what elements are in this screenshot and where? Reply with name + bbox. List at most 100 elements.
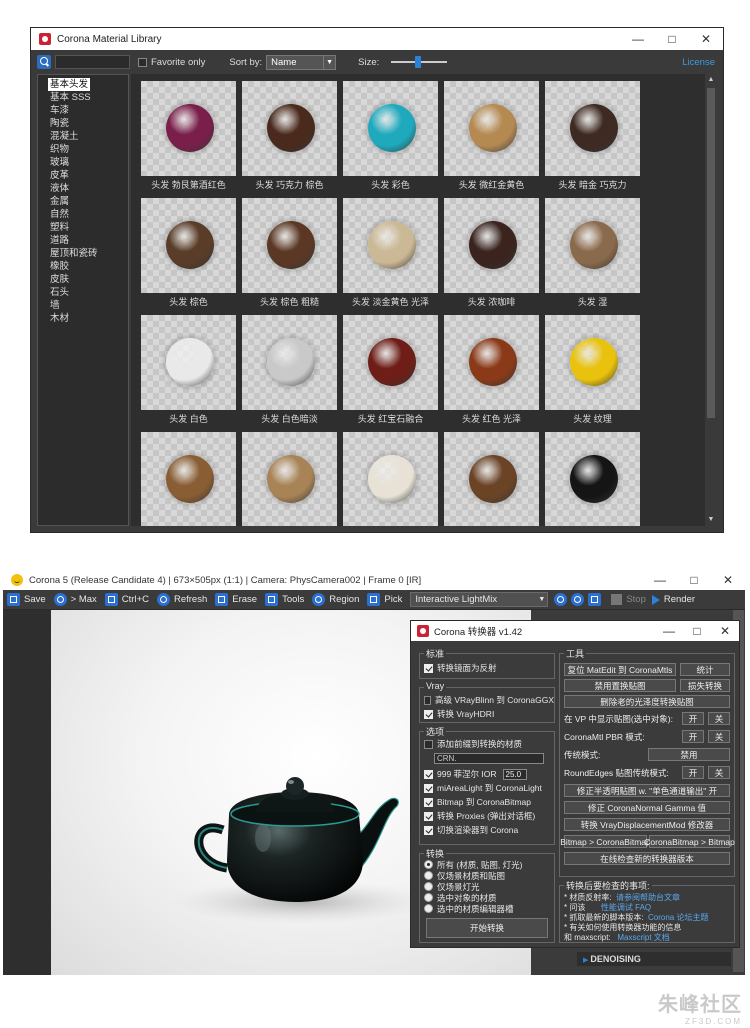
pick-button[interactable]: Pick [367,593,402,606]
material-tile[interactable]: 头发 微红金黄色 [444,81,539,194]
region-button[interactable]: Region [312,593,359,606]
category-item[interactable]: 皮肤 [50,273,128,286]
vp-off-button[interactable]: 关 [708,712,730,725]
material-tile[interactable] [343,432,438,526]
category-item[interactable]: 石头 [50,286,128,299]
save-button[interactable]: Save [7,593,46,606]
category-item[interactable]: 橡胶 [50,260,128,273]
zoom-fit-icon[interactable] [588,593,602,606]
vray-hdri-checkbox[interactable] [424,709,433,719]
stats-button[interactable]: 统计 [680,663,730,676]
refresh-button[interactable]: Refresh [156,593,207,606]
category-item[interactable]: 墙 [50,299,128,312]
library-scrollbar[interactable]: ▲ ▼ [705,74,717,526]
material-tile[interactable]: 头发 红宝石融合 [343,315,438,428]
radio-all[interactable] [424,860,433,869]
size-slider[interactable] [391,56,448,68]
to-max-button[interactable]: > Max [53,593,97,606]
close-icon[interactable]: ✕ [711,573,745,587]
material-tile[interactable] [545,432,640,526]
fix-textures-button[interactable]: 损失转换 [680,679,730,692]
zoom-out-icon[interactable] [571,593,585,606]
category-item[interactable]: 塑料 [50,221,128,234]
material-tile[interactable]: 头发 白色 [141,315,236,428]
vray-blinn-checkbox[interactable] [424,695,431,705]
category-item[interactable]: 基本 SSS [50,91,128,104]
delete-glossiness-button[interactable]: 删除老的光泽度转换贴图 [564,695,730,708]
convert-vraydisplacement-button[interactable]: 转换 VrayDisplacementMod 修改器 [564,818,730,831]
note-5-link[interactable]: Maxscript 文档 [617,932,669,943]
material-tile[interactable]: 头发 彩色 [343,81,438,194]
category-item[interactable]: 液体 [50,182,128,195]
search-input[interactable] [55,55,130,69]
category-item[interactable]: 木材 [50,312,128,325]
renderer-checkbox[interactable] [424,825,433,835]
radio-scene-lights[interactable] [424,882,433,891]
minimize-icon[interactable]: — [655,624,683,638]
scroll-up-icon[interactable]: ▲ [705,74,717,86]
close-icon[interactable]: ✕ [689,32,723,46]
radio-material-editor[interactable] [424,904,433,913]
prefix-checkbox[interactable] [424,739,433,749]
category-item[interactable]: 屋顶和瓷砖 [50,247,128,260]
stop-button[interactable]: Stop [611,594,646,605]
bitmap-checkbox[interactable] [424,797,433,807]
category-item[interactable]: 混凝土 [50,130,128,143]
maximize-icon[interactable]: □ [683,624,711,638]
mialight-checkbox[interactable] [424,783,433,793]
material-tile[interactable]: 头发 淡金黄色 光泽 [343,198,438,311]
legacy-disable-button[interactable]: 禁用 [648,748,730,761]
material-tile[interactable]: 头发 暗金 巧克力 [545,81,640,194]
material-tile[interactable]: 头发 白色暗淡 [242,315,337,428]
radio-scene-materials[interactable] [424,871,433,880]
category-item[interactable]: 道路 [50,234,128,247]
ior-checkbox[interactable] [424,769,433,779]
material-tile[interactable]: 头发 勃艮第酒红色 [141,81,236,194]
minimize-icon[interactable]: — [621,32,655,46]
favorite-only-checkbox[interactable] [138,57,147,67]
category-item[interactable]: 车漆 [50,104,128,117]
maximize-icon[interactable]: □ [677,573,711,587]
sort-by-select[interactable]: Name ▼ [266,54,337,70]
material-tile[interactable]: 头发 浓咖啡 [444,198,539,311]
category-item[interactable]: 基本头发 [48,78,128,91]
scrollbar-thumb[interactable] [707,88,715,418]
pbr-on-button[interactable]: 开 [682,730,704,743]
render-button[interactable]: Render [651,594,695,605]
proxies-checkbox[interactable] [424,811,433,821]
size-slider-handle[interactable] [415,56,422,68]
tools-button[interactable]: Tools [265,593,304,606]
minimize-icon[interactable]: — [643,573,677,587]
category-item[interactable]: 皮革 [50,169,128,182]
denoising-section[interactable]: DENOISING [577,952,731,966]
material-tile[interactable]: 头发 纹理 [545,315,640,428]
fix-opacity-button[interactable]: 修正半透明贴图 w. "单色通道输出" 开 [564,784,730,797]
material-tile[interactable] [141,432,236,526]
lightmix-select[interactable]: Interactive LightMix ▼ [410,592,549,607]
category-item[interactable]: 陶瓷 [50,117,128,130]
material-tile[interactable] [242,432,337,526]
zoom-in-icon[interactable] [554,593,568,606]
radio-selected-objects[interactable] [424,893,433,902]
material-tile[interactable]: 头发 红色 光泽 [444,315,539,428]
ior-spinner[interactable]: 25.0 [502,768,527,780]
start-convert-button[interactable]: 开始转换 [426,918,548,938]
reset-matedit-button[interactable]: 复位 MatEdit 到 CoronaMtls [564,663,676,676]
material-tile[interactable]: 头发 巧克力 棕色 [242,81,337,194]
pbr-off-button[interactable]: 关 [708,730,730,743]
category-item[interactable]: 金属 [50,195,128,208]
vp-on-button[interactable]: 开 [682,712,704,725]
prefix-input[interactable]: CRN. [434,752,544,764]
roundedges-off-button[interactable]: 关 [708,766,730,779]
disable-displacement-button[interactable]: 禁用置换贴图 [564,679,676,692]
search-icon[interactable] [37,55,51,69]
category-item[interactable]: 玻璃 [50,156,128,169]
category-item[interactable]: 织物 [50,143,128,156]
close-icon[interactable]: ✕ [711,624,739,638]
erase-button[interactable]: Erase [215,593,257,606]
material-tile[interactable] [444,432,539,526]
license-link[interactable]: License [682,57,715,68]
copy-button[interactable]: Ctrl+C [104,593,149,606]
fix-normal-gamma-button[interactable]: 修正 CoronaNormal Gamma 值 [564,801,730,814]
bitmap-to-coronabitmap-button[interactable]: Bitmap > CoronaBitmap [560,835,651,848]
